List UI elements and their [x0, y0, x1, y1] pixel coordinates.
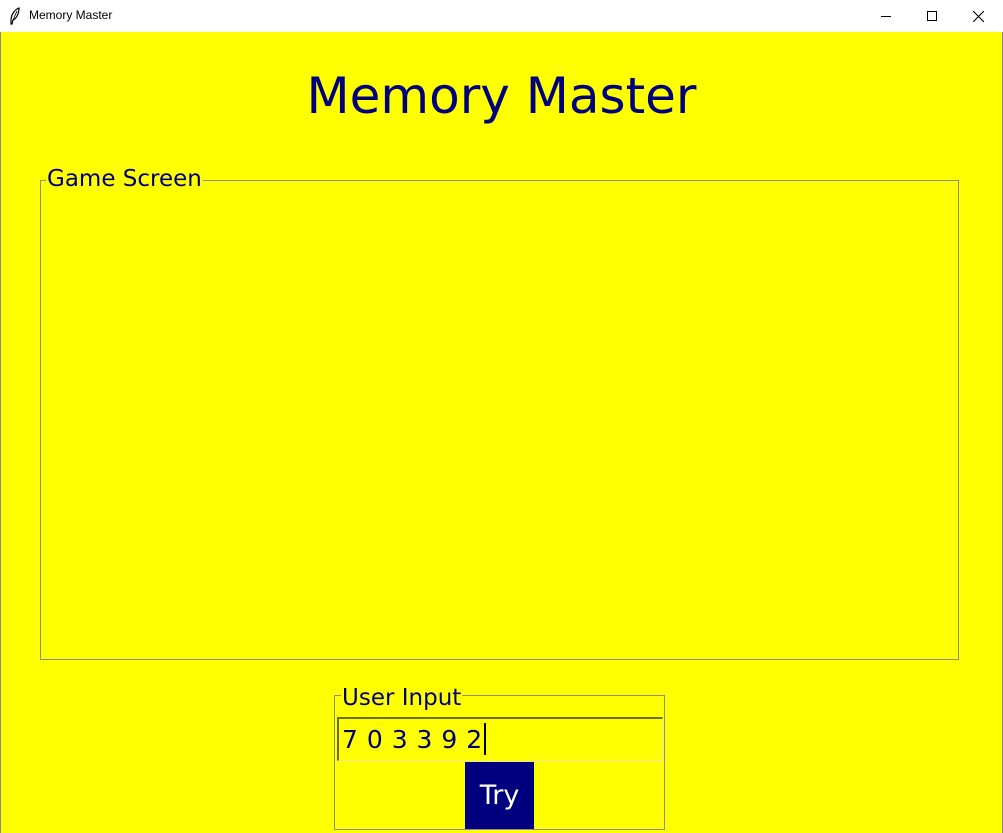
window-title: Memory Master [29, 8, 113, 22]
close-icon [972, 10, 984, 22]
window-titlebar: Memory Master [0, 0, 1003, 33]
try-button[interactable]: Try [465, 762, 534, 829]
game-screen-label: Game Screen [46, 165, 203, 193]
user-input-label: User Input [341, 684, 463, 712]
close-button[interactable] [955, 0, 1001, 32]
feather-icon [10, 7, 20, 25]
answer-input[interactable]: 7 0 3 3 9 2 [337, 717, 663, 761]
text-caret [483, 723, 486, 755]
minimize-button[interactable] [863, 0, 909, 32]
maximize-icon [927, 11, 937, 21]
answer-input-value: 7 0 3 3 9 2 [342, 725, 483, 754]
maximize-button[interactable] [909, 0, 955, 32]
minimize-icon [881, 16, 891, 17]
game-screen-frame: Game Screen [40, 165, 959, 660]
page-title: Memory Master [306, 67, 697, 125]
